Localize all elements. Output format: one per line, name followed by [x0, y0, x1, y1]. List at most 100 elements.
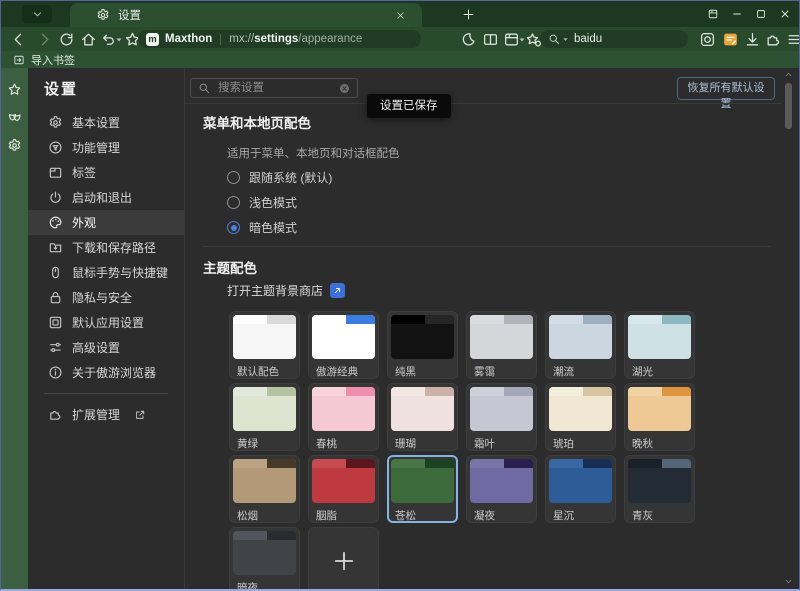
settings-search-box[interactable]	[190, 78, 358, 98]
radio-icon	[227, 171, 240, 184]
theme-name: 苍松	[395, 508, 454, 523]
clear-search-icon[interactable]	[338, 82, 351, 95]
open-store-icon[interactable]	[330, 283, 345, 298]
theme-card[interactable]: 雾霭	[466, 311, 537, 379]
theme-card[interactable]: 潮流	[545, 311, 616, 379]
sidebar-item-默认应用设置[interactable]: 默认应用设置	[28, 310, 184, 335]
reset-defaults-button[interactable]: 恢复所有默认设置	[677, 77, 775, 100]
theme-card[interactable]: 春桃	[308, 383, 379, 451]
sidebar-item-label: 启动和退出	[72, 189, 132, 206]
theme-store-link[interactable]: 打开主题背景商店	[227, 282, 345, 299]
sidebar-item-启动和退出[interactable]: 启动和退出	[28, 185, 184, 210]
undo-dropdown-icon[interactable]	[115, 36, 123, 44]
theme-card[interactable]: 星沉	[545, 455, 616, 523]
forward-button[interactable]	[36, 31, 53, 48]
sidebar-item-label: 功能管理	[72, 139, 120, 156]
theme-card[interactable]: 青灰	[624, 455, 695, 523]
theme-card[interactable]: 傲游经典	[308, 311, 379, 379]
theme-card[interactable]: 琥珀	[545, 383, 616, 451]
toolbar-search-box[interactable]: baidu	[540, 30, 688, 48]
search-engine-caret-icon[interactable]	[562, 36, 569, 43]
downloads-button[interactable]	[744, 31, 761, 48]
scroll-up-icon[interactable]	[784, 70, 793, 79]
sidebar-item-鼠标手势与快捷键[interactable]: 鼠标手势与快捷键	[28, 260, 184, 285]
scrollbar-thumb[interactable]	[785, 83, 792, 129]
theme-card[interactable]: 湖光	[624, 311, 695, 379]
theme-card[interactable]: 黄绿	[229, 383, 300, 451]
tab-close-icon[interactable]	[395, 10, 406, 21]
settings-gear-icon[interactable]	[7, 138, 22, 153]
sidebar-item-label: 标签	[72, 164, 96, 181]
theme-card[interactable]: 暗夜	[229, 527, 300, 591]
maximize-button[interactable]	[749, 3, 773, 25]
scrollbar[interactable]	[783, 70, 794, 586]
theme-name: 星沉	[553, 508, 612, 523]
theme-card[interactable]: 松烟	[229, 455, 300, 523]
download-folder-icon	[48, 240, 63, 255]
minimize-button[interactable]	[725, 3, 749, 25]
theme-thumbnail-tab	[233, 459, 267, 468]
tab-settings[interactable]: 设置	[70, 3, 422, 27]
import-bookmarks-button[interactable]: 导入书签	[13, 52, 75, 68]
sidebar-item-隐私与安全[interactable]: 隐私与安全	[28, 285, 184, 310]
radio-label: 跟随系统 (默认)	[249, 169, 332, 186]
notes-button[interactable]	[722, 31, 739, 48]
extensions-button[interactable]	[765, 31, 782, 48]
sidebar-item-关于傲游浏览器[interactable]: 关于傲游浏览器	[28, 360, 184, 385]
import-bookmarks-label: 导入书签	[31, 52, 75, 68]
theme-thumbnail-accent	[504, 315, 533, 324]
maxthon-logo: m	[146, 33, 159, 46]
refresh-button[interactable]	[58, 31, 75, 48]
radio-icon	[227, 221, 240, 234]
sidebar-item-功能管理[interactable]: 功能管理	[28, 135, 184, 160]
workspace-button[interactable]	[701, 3, 725, 25]
theme-thumbnail-tab	[628, 387, 662, 396]
new-tab-button[interactable]	[456, 5, 480, 24]
close-window-button[interactable]	[773, 3, 797, 25]
theme-thumbnail-accent	[583, 315, 612, 324]
sidebar-item-label: 高级设置	[72, 339, 120, 356]
sidebar-item-外观[interactable]: 外观	[28, 210, 184, 235]
theme-card[interactable]: 晚秋	[624, 383, 695, 451]
split-screen-button[interactable]	[482, 31, 499, 48]
theme-card[interactable]: 胭脂	[308, 455, 379, 523]
theme-card[interactable]: 霜叶	[466, 383, 537, 451]
night-mode-button[interactable]	[460, 31, 477, 48]
color-mode-option[interactable]: 跟随系统 (默认)	[227, 165, 332, 190]
theme-thumbnail-tab	[470, 315, 504, 324]
theme-card[interactable]: 苍松	[387, 455, 458, 523]
theme-card[interactable]: 珊瑚	[387, 383, 458, 451]
theme-card[interactable]: 凝夜	[466, 455, 537, 523]
skins-icon[interactable]	[7, 110, 22, 125]
brand-label: Maxthon	[165, 33, 212, 45]
favorites-star-icon[interactable]	[7, 82, 22, 97]
sidebar-item-标签[interactable]: 标签	[28, 160, 184, 185]
sidebar-item-高级设置[interactable]: 高级设置	[28, 335, 184, 360]
theme-card[interactable]: 纯黑	[387, 311, 458, 379]
back-button[interactable]	[10, 31, 27, 48]
theme-card[interactable]: 默认配色	[229, 311, 300, 379]
scroll-down-icon[interactable]	[784, 577, 793, 586]
theme-name: 湖光	[632, 364, 691, 379]
color-mode-option[interactable]: 浅色模式	[227, 190, 332, 215]
theme-thumbnail	[233, 315, 296, 359]
settings-search-input[interactable]	[216, 81, 338, 95]
theme-section-title: 主题配色	[203, 257, 257, 277]
theme-thumbnail-accent	[504, 387, 533, 396]
color-mode-option[interactable]: 暗色模式	[227, 215, 332, 240]
add-theme-button[interactable]	[308, 527, 379, 591]
theme-thumbnail-tab	[549, 387, 583, 396]
sidebar-item-下载和保存路径[interactable]: 下载和保存路径	[28, 235, 184, 260]
theme-thumbnail	[233, 387, 296, 431]
theme-thumbnail	[233, 531, 296, 575]
main-menu-button[interactable]	[786, 31, 800, 48]
theme-thumbnail-tabstrip	[628, 315, 691, 324]
home-button[interactable]	[80, 31, 97, 48]
screenshot-button[interactable]	[699, 31, 716, 48]
theme-grid: 默认配色傲游经典纯黑雾霭潮流湖光黄绿春桃珊瑚霜叶琥珀晚秋松烟胭脂苍松凝夜星沉青灰…	[229, 311, 695, 591]
sidebar-item-扩展管理[interactable]: 扩展管理	[28, 402, 184, 427]
tab-list-button[interactable]	[22, 5, 52, 23]
address-bar[interactable]: m Maxthon mx://settings/appearance	[138, 30, 421, 48]
sidebar-item-基本设置[interactable]: 基本设置	[28, 110, 184, 135]
theme-name: 琥珀	[553, 436, 612, 451]
